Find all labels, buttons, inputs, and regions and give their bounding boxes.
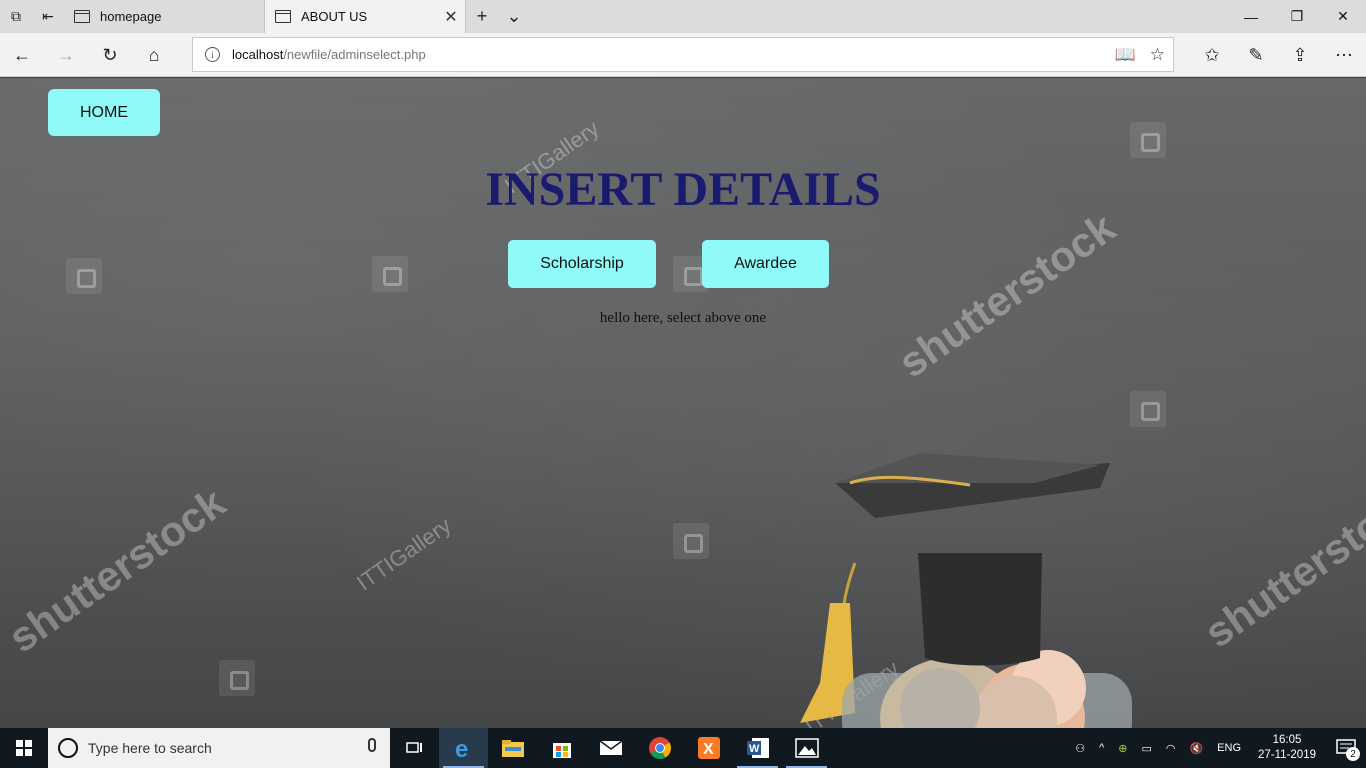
site-info-icon[interactable]: i bbox=[205, 47, 220, 62]
windows-logo-icon bbox=[16, 740, 32, 756]
photos-icon[interactable] bbox=[782, 728, 831, 768]
svg-text:e: e bbox=[455, 736, 468, 760]
watermark-logo bbox=[219, 660, 255, 696]
clock-time: 16:05 bbox=[1272, 734, 1302, 746]
minimize-button[interactable]: — bbox=[1228, 0, 1274, 33]
start-button[interactable] bbox=[0, 728, 48, 768]
share-icon[interactable]: ⇪ bbox=[1278, 33, 1322, 77]
watermark-logo bbox=[372, 256, 408, 292]
mail-icon[interactable] bbox=[586, 728, 635, 768]
url-host: localhost bbox=[232, 47, 284, 62]
watermark-logo bbox=[1130, 122, 1166, 158]
navigation-bar: ← → ↻ ⌂ i localhost/newfile/adminselect.… bbox=[0, 33, 1366, 77]
awardee-button[interactable]: Awardee bbox=[702, 240, 829, 288]
word-icon[interactable]: W bbox=[733, 728, 782, 768]
clock-date: 27-11-2019 bbox=[1258, 749, 1316, 761]
forward-icon[interactable]: → bbox=[44, 33, 88, 77]
edge-browser-icon[interactable]: e bbox=[439, 728, 488, 768]
add-notes-icon[interactable]: ✎ bbox=[1234, 33, 1278, 77]
tab-title: homepage bbox=[100, 9, 162, 24]
people-icon[interactable]: ⚇ bbox=[1068, 742, 1092, 755]
chevron-up-icon[interactable]: ^ bbox=[1092, 742, 1111, 754]
watermark-text: shutterstock bbox=[1196, 473, 1366, 657]
favorites-hub-icon[interactable]: ✩ bbox=[1190, 33, 1234, 77]
set-aside-tabs-icon[interactable]: ⇤ bbox=[32, 0, 64, 33]
refresh-icon[interactable]: ↻ bbox=[88, 33, 132, 77]
address-bar[interactable]: i localhost/newfile/adminselect.php 📖 ☆ bbox=[192, 37, 1174, 72]
svg-text:W: W bbox=[749, 743, 760, 755]
watermark-text: shutterstock bbox=[0, 478, 234, 662]
chrome-icon[interactable] bbox=[635, 728, 684, 768]
taskbar: Type here to search e X W ⚇ ^ ⊕ ▭ ◠ 🔇 EN… bbox=[0, 728, 1366, 768]
graduation-cap-coin-jar-image bbox=[800, 453, 1132, 728]
chevron-down-icon[interactable]: ⌄ bbox=[498, 0, 530, 33]
home-button[interactable]: HOME bbox=[48, 89, 160, 136]
close-tab-icon[interactable]: ✕ bbox=[437, 7, 465, 27]
action-center-icon[interactable]: 2 bbox=[1326, 728, 1366, 768]
microsoft-store-icon[interactable] bbox=[537, 728, 586, 768]
tray-app-icon[interactable]: ⊕ bbox=[1111, 742, 1134, 755]
url-path: /newfile/adminselect.php bbox=[283, 47, 426, 62]
language-indicator[interactable]: ENG bbox=[1210, 742, 1248, 754]
favorite-star-icon[interactable]: ☆ bbox=[1150, 45, 1165, 65]
home-icon[interactable]: ⌂ bbox=[132, 33, 176, 77]
notification-badge: 2 bbox=[1346, 747, 1360, 761]
close-window-button[interactable]: ✕ bbox=[1320, 0, 1366, 33]
task-view-icon[interactable] bbox=[390, 728, 439, 768]
clock[interactable]: 16:05 27-11-2019 bbox=[1248, 733, 1326, 763]
tab-title: ABOUT US bbox=[301, 9, 368, 24]
tab-strip: ⧉ ⇤ homepage ABOUT US ✕ + ⌄ — ❐ ✕ bbox=[0, 0, 1366, 33]
cortana-icon bbox=[58, 738, 78, 758]
page-heading: INSERT DETAILS bbox=[485, 163, 881, 216]
search-placeholder: Type here to search bbox=[88, 740, 212, 756]
xampp-icon[interactable]: X bbox=[684, 728, 733, 768]
battery-icon[interactable]: ▭ bbox=[1134, 742, 1158, 755]
page-icon bbox=[74, 10, 90, 23]
wifi-icon[interactable]: ◠ bbox=[1159, 742, 1183, 755]
tab-homepage[interactable]: homepage bbox=[64, 0, 265, 33]
taskbar-search-box[interactable]: Type here to search bbox=[48, 728, 390, 768]
volume-muted-icon[interactable]: 🔇 bbox=[1182, 742, 1210, 755]
watermark-logo bbox=[1130, 391, 1166, 427]
watermark-gallery: ITTIGallery bbox=[352, 512, 456, 596]
more-menu-icon[interactable]: ⋯ bbox=[1322, 33, 1366, 77]
new-tab-icon[interactable]: + bbox=[466, 0, 498, 33]
tab-preview-icon[interactable]: ⧉ bbox=[0, 0, 32, 33]
reading-view-icon[interactable]: 📖 bbox=[1115, 45, 1136, 65]
page-viewport: shutterstock shutterstock shutterstock I… bbox=[0, 78, 1366, 728]
microphone-icon[interactable] bbox=[368, 738, 376, 752]
scholarship-button[interactable]: Scholarship bbox=[508, 240, 656, 288]
instruction-message: hello here, select above one bbox=[599, 310, 767, 326]
restore-button[interactable]: ❐ bbox=[1274, 0, 1320, 33]
file-explorer-icon[interactable] bbox=[488, 728, 537, 768]
watermark-logo bbox=[66, 258, 102, 294]
system-tray: ⚇ ^ ⊕ ▭ ◠ 🔇 ENG 16:05 27-11-2019 2 bbox=[1068, 728, 1366, 768]
watermark-logo bbox=[673, 523, 709, 559]
page-icon bbox=[275, 10, 291, 23]
back-icon[interactable]: ← bbox=[0, 33, 44, 77]
watermark-text: shutterstock bbox=[890, 203, 1124, 387]
svg-text:X: X bbox=[703, 741, 714, 758]
tab-about-us[interactable]: ABOUT US ✕ bbox=[265, 0, 466, 33]
